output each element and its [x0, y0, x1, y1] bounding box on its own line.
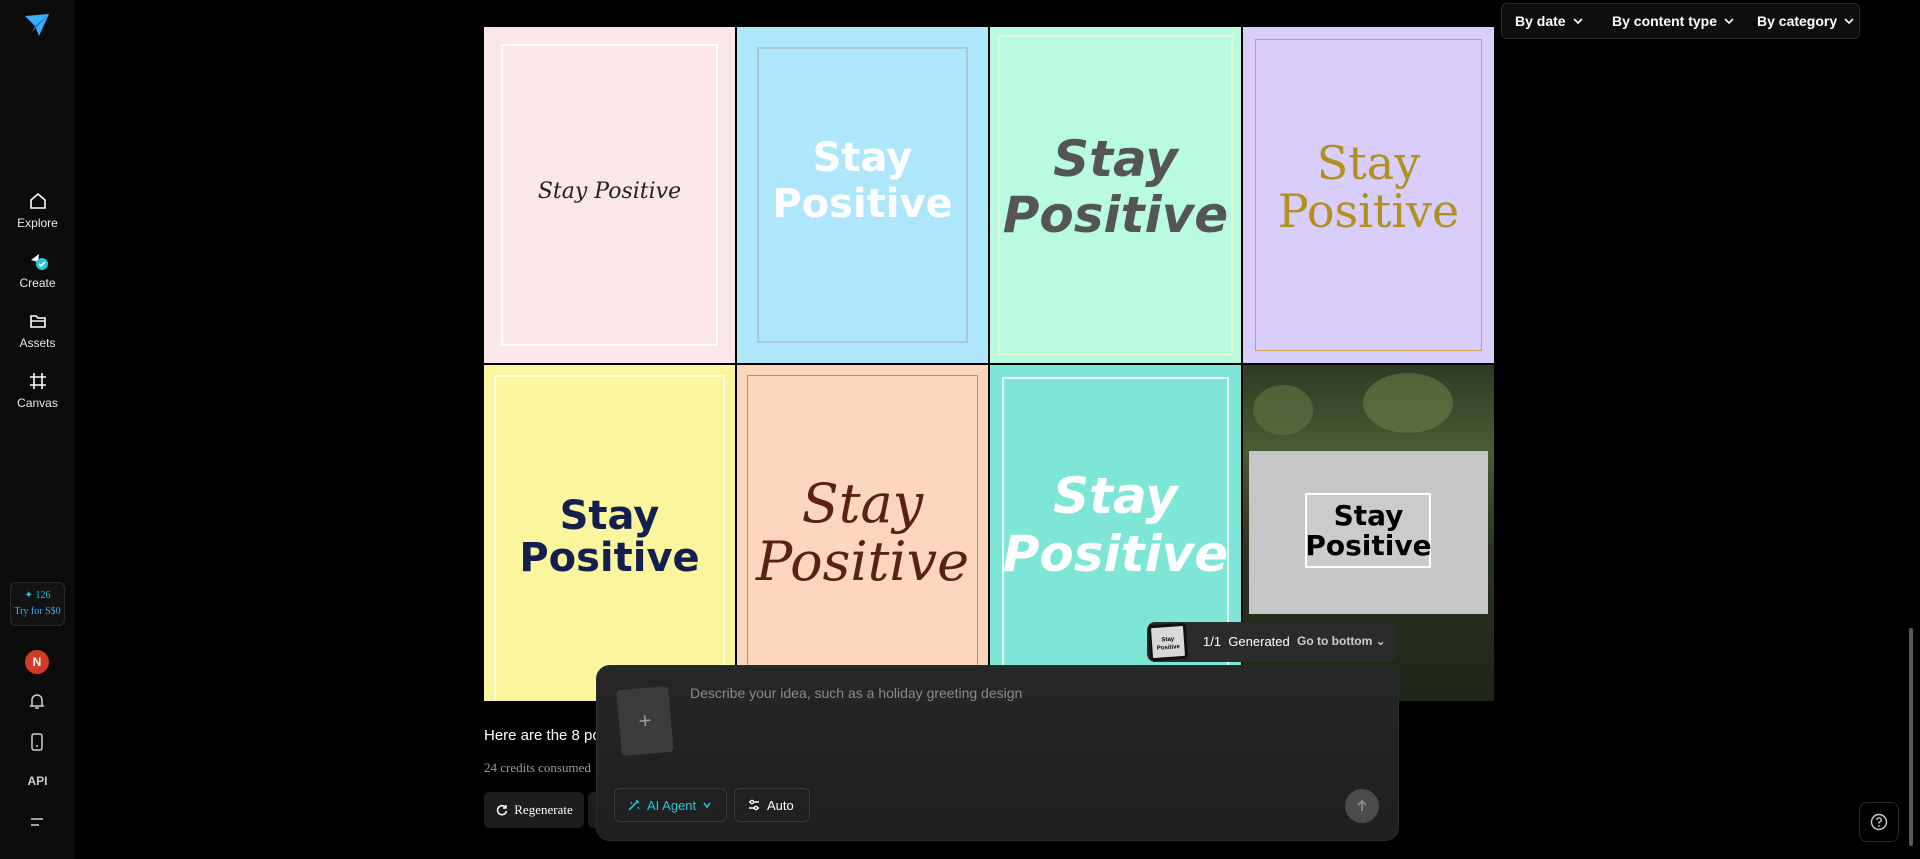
- mobile-icon[interactable]: [27, 732, 47, 752]
- poster-text: Positive: [1002, 525, 1229, 583]
- sliders-icon: [749, 799, 759, 811]
- prompt-composer: + Describe your idea, such as a holiday …: [596, 665, 1399, 841]
- chevron-down-icon: [703, 802, 711, 809]
- assistant-message: Here are the 8 po: [484, 727, 601, 744]
- ai-agent-label: AI Agent: [647, 797, 697, 813]
- ai-agent-dropdown[interactable]: AI Agent: [614, 788, 727, 822]
- go-to-bottom-label: Go to bottom: [1297, 634, 1373, 648]
- canvas-icon: [27, 370, 49, 392]
- filter-by-category[interactable]: By category: [1757, 13, 1855, 29]
- credits-badge[interactable]: ✦ 126 Try for S$0: [10, 582, 65, 626]
- plus-icon: +: [637, 707, 653, 734]
- home-icon: [27, 190, 49, 212]
- poster-text: Stay Positive: [537, 179, 682, 204]
- poster-sign: Stay Positive: [1249, 451, 1488, 614]
- regenerate-label: Regenerate: [514, 802, 573, 817]
- prompt-input[interactable]: Describe your idea, such as a holiday gr…: [690, 685, 1022, 701]
- poster-card[interactable]: Stay Positive: [484, 27, 735, 363]
- poster-text: Stay: [1333, 499, 1404, 532]
- foliage: [1253, 385, 1313, 435]
- folder-icon: [27, 310, 49, 332]
- create-icon: [27, 250, 49, 272]
- chevron-down-icon: [1724, 18, 1734, 25]
- poster-grid: Stay Positive Stay Positive Stay Positiv…: [484, 27, 1495, 701]
- auto-label: Auto: [767, 797, 794, 813]
- generated-count: 1/1: [1203, 634, 1222, 649]
- add-reference-button[interactable]: +: [616, 685, 674, 757]
- go-to-bottom-button[interactable]: Go to bottom ⌄: [1297, 634, 1386, 648]
- poster-card[interactable]: Stay Positive: [990, 27, 1241, 363]
- generated-indicator[interactable]: Stay Positive 1/1 Generated Go to bottom…: [1147, 622, 1396, 662]
- generated-thumbnail: Stay Positive: [1147, 622, 1189, 662]
- foliage: [1363, 373, 1453, 433]
- bell-icon[interactable]: [27, 691, 47, 711]
- poster-text: Stay: [1053, 130, 1178, 188]
- poster-text: Positive: [1305, 529, 1432, 562]
- try-offer: Try for S$0: [14, 606, 61, 617]
- regenerate-button[interactable]: Regenerate: [484, 792, 584, 828]
- poster-card[interactable]: Stay Positive: [737, 365, 988, 701]
- double-chevron-down-icon: ⌄: [1375, 634, 1386, 648]
- filter-by-date[interactable]: By date: [1515, 13, 1584, 29]
- api-link[interactable]: API: [0, 774, 75, 788]
- sidebar-item-label: Explore: [17, 216, 58, 230]
- menu-icon[interactable]: [27, 812, 47, 832]
- auto-settings-button[interactable]: Auto: [734, 788, 810, 822]
- logo-icon[interactable]: [22, 10, 52, 40]
- filter-bar: By date By content type By category: [1501, 3, 1860, 39]
- send-button[interactable]: [1345, 789, 1379, 823]
- poster-text: Stay: [1316, 136, 1421, 190]
- poster-text: Positive: [755, 530, 970, 593]
- sidebar-item-label: Assets: [19, 336, 56, 350]
- poster-text: Positive: [1277, 184, 1460, 238]
- poster-text: Stay: [812, 135, 913, 181]
- filter-by-content-type[interactable]: By content type: [1612, 13, 1735, 29]
- poster-text: Stay: [801, 472, 924, 535]
- poster-card[interactable]: Stay Positive: [737, 27, 988, 363]
- help-icon: [1870, 813, 1888, 831]
- avatar[interactable]: N: [25, 650, 49, 674]
- filter-label: By category: [1757, 13, 1838, 29]
- poster-text: Stay: [1053, 467, 1178, 525]
- sidebar-item-explore[interactable]: Explore: [0, 190, 75, 230]
- filter-label: By date: [1515, 13, 1566, 29]
- sidebar: Explore Create Assets Canvas ✦ 126 Try f…: [0, 0, 75, 859]
- poster-text: Positive: [1002, 186, 1229, 244]
- arrow-up-icon: [1357, 799, 1367, 811]
- poster-text: Positive: [519, 535, 700, 581]
- poster-text: Positive: [772, 181, 953, 227]
- poster-text: Stay: [559, 493, 660, 539]
- generated-label: Generated: [1228, 634, 1290, 649]
- sidebar-item-create[interactable]: Create: [0, 250, 75, 290]
- credits-amount: 126: [35, 590, 51, 601]
- sidebar-item-label: Canvas: [17, 396, 58, 410]
- sidebar-item-label: Create: [19, 276, 56, 290]
- sparkle-icon: ✦: [24, 590, 36, 601]
- refresh-icon: [497, 804, 508, 816]
- scrollbar[interactable]: [1909, 628, 1913, 846]
- sidebar-item-canvas[interactable]: Canvas: [0, 370, 75, 410]
- poster-card[interactable]: Stay Positive: [484, 365, 735, 701]
- chevron-down-icon: [1844, 18, 1854, 25]
- credits-consumed: 24 credits consumed: [484, 760, 591, 775]
- chevron-down-icon: [1573, 18, 1583, 25]
- filter-label: By content type: [1612, 13, 1718, 29]
- sidebar-item-assets[interactable]: Assets: [0, 310, 75, 350]
- magic-wand-icon: [628, 799, 640, 811]
- poster-card[interactable]: Stay Positive: [1243, 27, 1494, 363]
- help-button[interactable]: [1859, 802, 1899, 842]
